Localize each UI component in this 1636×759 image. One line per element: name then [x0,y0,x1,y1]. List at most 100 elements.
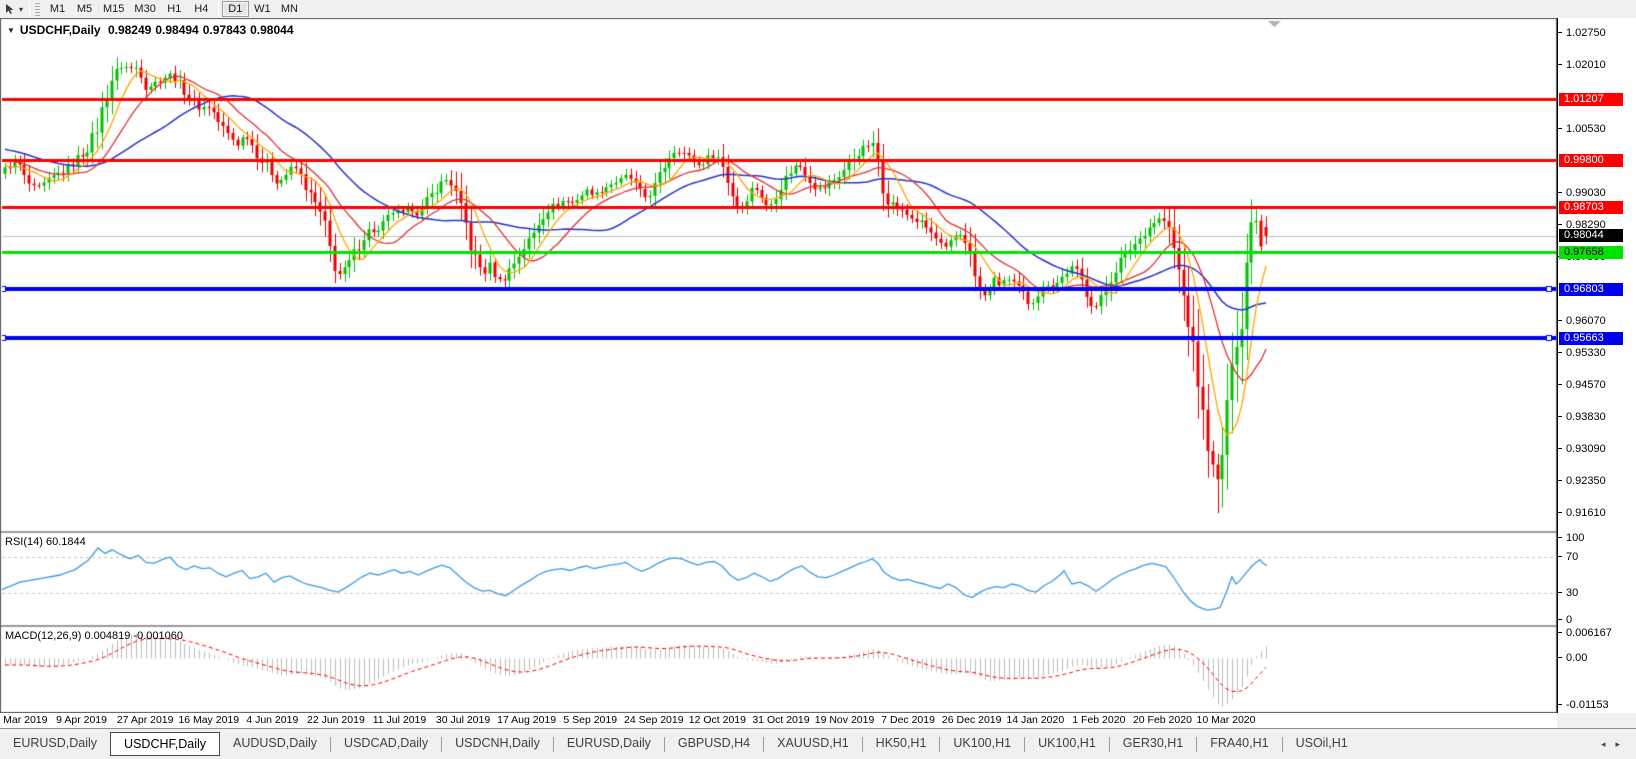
date-label: 1 Feb 2020 [1072,714,1126,726]
chart-tab-fra40-h1[interactable]: FRA40,H1 [1197,733,1281,756]
tick-mark [1558,512,1562,513]
chart-tab-usdchf-daily[interactable]: USDCHF,Daily [110,732,220,756]
tick-mark [1558,631,1562,633]
toolbar-separator [217,1,219,15]
one-click-collapse-icon[interactable]: ▼ [7,26,15,35]
timeframe-buttons: M1 M5 M15 M30 H1 H4 D1 W1 MN [44,1,303,17]
timeframe-button-m5[interactable]: M5 [71,1,98,17]
tick-mark [1558,480,1562,482]
timeframe-button-d1[interactable]: D1 [221,1,249,17]
price-tick: -0.01153 [1558,699,1636,711]
chart-tab-ger30-h1[interactable]: GER30,H1 [1110,733,1196,756]
date-label: 24 Sep 2019 [624,714,684,726]
date-label: 4 Jun 2019 [246,714,299,726]
chart-title: ▼ USDCHF,Daily 0.98249 0.98494 0.97843 0.980… [7,23,298,37]
timeframe-button-m15[interactable]: M15 [98,1,129,17]
chart-tab-usoil-h1[interactable]: USOil,H1 [1283,733,1361,756]
hline-price-tag: 0.97658 [1559,245,1623,259]
chart-tab-bar: EURUSD,Daily USDCHF,Daily AUDUSD,Daily USDC… [0,728,1636,759]
tab-scroll-left-icon[interactable]: ◂ [1601,739,1616,749]
price-tick: 0.93090 [1558,443,1636,455]
hline-price-tag: 0.99800 [1559,153,1623,167]
chart-symbol: USDCHF,Daily [19,23,101,37]
hline-price-tag: 0.96803 [1559,282,1623,296]
date-label: 27 Apr 2019 [116,714,174,726]
macd-indicator-label: MACD(12,26,9) 0.004819 -0.001060 [5,630,183,642]
hline-price-tag: 0.95663 [1559,331,1623,345]
price-tick: 0.99030 [1558,187,1636,199]
price-tick: 1.02750 [1558,27,1636,39]
current-price-tag: 0.98044 [1559,229,1623,243]
timeframe-button-w1[interactable]: W1 [249,1,276,17]
chart-tab-uk100-h1[interactable]: UK100,H1 [940,733,1024,756]
tick-mark [1558,127,1562,129]
tick-mark [1558,448,1562,450]
timeframe-button-mn[interactable]: MN [276,1,303,17]
date-label: 14 Jan 2020 [1006,714,1065,726]
timeframe-button-m1[interactable]: M1 [44,1,71,17]
chart-tab-uk100-h1[interactable]: UK100,H1 [1025,733,1109,756]
hline-price-tag: 1.01207 [1559,92,1623,106]
chart-tab-audusd-daily[interactable]: AUDUSD,Daily [220,733,330,756]
tick-mark [1558,703,1562,705]
tick-mark [1558,537,1562,538]
price-tick: 0.93830 [1558,411,1636,423]
tab-scroll-right-icon[interactable]: ▸ [1615,739,1630,749]
date-label: 30 Jul 2019 [435,714,491,726]
tick-mark [1558,63,1562,65]
tick-mark [1558,592,1562,593]
ohlc-open: 0.98249 [107,23,152,37]
date-axis[interactable]: 21 Mar 2019 9 Apr 2019 27 Apr 2019 16 May 2… [0,713,1557,728]
tick-mark [1558,224,1562,226]
price-tick: 70 [1558,551,1636,563]
chart-tab-xauusd-h1[interactable]: XAUUSD,H1 [764,733,862,756]
price-tick: 0.92350 [1558,475,1636,487]
date-label: 21 Mar 2019 [0,714,48,726]
price-tick: 0.96070 [1558,315,1636,327]
tab-scroll-arrows: ◂▸ [1601,739,1630,750]
chart-tab-eurusd-daily[interactable]: EURUSD,Daily [0,733,110,756]
ohlc-low: 0.97843 [202,23,247,37]
tick-mark [1558,351,1562,353]
timeframe-toolbar: ▾ M1 M5 M15 M30 H1 H4 D1 W1 MN [0,0,1636,18]
chart-tab-eurusd-daily[interactable]: EURUSD,Daily [554,733,664,756]
price-tick: 30 [1558,587,1636,599]
chart-tab-gbpusd-h4[interactable]: GBPUSD,H4 [665,733,763,756]
date-label: 17 Aug 2019 [497,714,557,726]
tick-mark [1558,657,1562,658]
price-tick: 1.00530 [1558,123,1636,135]
chart-tab-hk50-h1[interactable]: HK50,H1 [863,733,940,756]
toolbar-grip-handle[interactable] [35,2,41,16]
cursor-dropdown-caret-icon[interactable]: ▾ [19,5,23,14]
ohlc-high: 0.98494 [155,23,199,37]
price-tick: 0 [1558,614,1636,626]
timeframe-button-h4[interactable]: H4 [188,1,215,17]
date-label: 5 Sep 2019 [563,714,618,726]
tick-mark [1558,32,1562,33]
date-label: 10 Mar 2020 [1196,714,1256,726]
price-tick: 0.91610 [1558,507,1636,519]
price-tick: 0.006167 [1558,627,1636,639]
chart-tab-usdcnh-daily[interactable]: USDCNH,Daily [442,733,553,756]
price-tick: 1.02010 [1558,59,1636,71]
tick-mark [1558,619,1562,620]
date-label: 26 Dec 2019 [941,714,1002,726]
chart-tab-usdcad-daily[interactable]: USDCAD,Daily [331,733,441,756]
crosshair-cursor-icon[interactable] [2,2,18,16]
price-tick: 0.00 [1558,652,1636,664]
tick-mark [1558,192,1562,194]
timeframe-button-h1[interactable]: H1 [161,1,188,17]
cursor-arrow-icon [6,4,14,14]
price-tick: 100 [1558,532,1636,544]
price-tick: 0.95330 [1558,347,1636,359]
tick-mark [1558,556,1562,557]
date-label: 22 Jun 2019 [306,714,365,726]
toolbar-separator [29,2,31,16]
hline-price-tag: 0.98703 [1559,200,1623,214]
price-axis[interactable]: 1.027501.020101.005300.990300.982900.975… [1557,18,1636,713]
date-label: 9 Apr 2019 [56,714,107,726]
tick-mark [1558,384,1562,386]
chart-canvas[interactable] [0,18,1557,713]
date-label: 20 Feb 2020 [1132,714,1192,726]
timeframe-button-m30[interactable]: M30 [129,1,160,17]
